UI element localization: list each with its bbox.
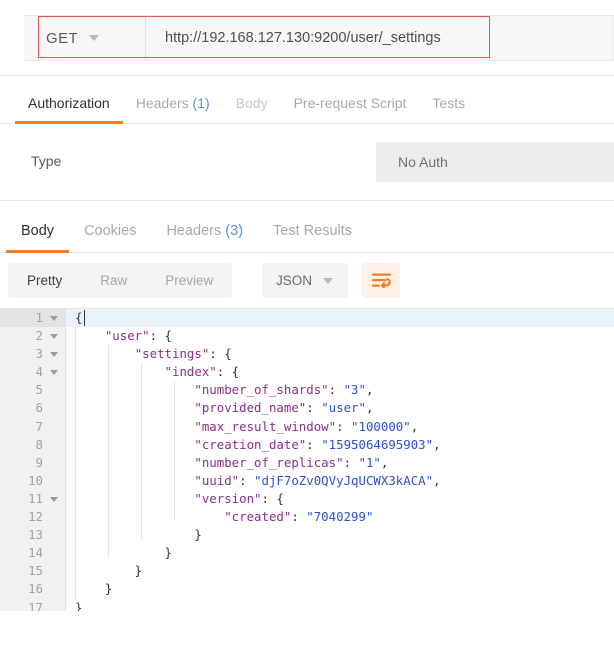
fold-arrow-icon[interactable] xyxy=(50,352,58,358)
tab-pre-request-script[interactable]: Pre-request Script xyxy=(281,95,420,123)
line-number: 2 xyxy=(0,327,65,345)
line-number: 13 xyxy=(28,527,43,543)
fold-arrow-icon[interactable] xyxy=(50,316,58,322)
tab-cookies[interactable]: Cookies xyxy=(69,223,151,252)
code-line: { xyxy=(75,309,614,327)
response-format-label: JSON xyxy=(276,273,313,288)
code-line: "number_of_shards": "3", xyxy=(194,382,374,398)
response-body-editor[interactable]: 1 2 3 4 5 6 7 8 9 10 11 12 13 14 15 16 17 { "user": { "s… xyxy=(0,308,614,611)
editor-code-area[interactable]: { "user": { "settings": { "index": { "nu… xyxy=(66,309,614,611)
auth-type-label: Type xyxy=(31,153,62,169)
authorization-panel: Type No Auth xyxy=(0,124,614,201)
fold-arrow-icon[interactable] xyxy=(50,334,58,340)
response-format-dropdown[interactable]: JSON xyxy=(262,263,348,298)
tab-headers-request[interactable]: Headers (1) xyxy=(123,95,223,123)
code-line: "user": { xyxy=(104,328,172,344)
line-number: 14 xyxy=(28,545,43,561)
tab-pre-request-script-label: Pre-request Script xyxy=(293,95,407,111)
tab-authorization[interactable]: Authorization xyxy=(15,95,123,124)
tab-body-request[interactable]: Body xyxy=(223,95,281,123)
line-number: 11 xyxy=(0,490,65,508)
code-line: "settings": { xyxy=(134,346,232,362)
tab-headers-response[interactable]: Headers (3) xyxy=(151,223,258,252)
code-line: "index": { xyxy=(164,364,240,380)
line-number: 1 xyxy=(0,309,65,328)
tab-headers-request-label: Headers xyxy=(135,95,189,111)
line-number: 5 xyxy=(35,382,43,398)
code-line: } xyxy=(75,527,202,543)
view-mode-switch: Pretty Raw Preview xyxy=(8,263,233,298)
line-number: 4 xyxy=(0,363,65,381)
http-method-label: GET xyxy=(46,29,79,47)
tab-test-results[interactable]: Test Results xyxy=(258,223,367,252)
view-mode-preview-label: Preview xyxy=(165,273,214,288)
code-line: "max_result_window": "100000", xyxy=(194,418,419,434)
chevron-down-icon xyxy=(89,35,100,41)
chevron-down-icon xyxy=(323,277,334,284)
line-number: 12 xyxy=(28,509,43,525)
view-mode-raw[interactable]: Raw xyxy=(81,263,146,298)
line-number: 10 xyxy=(28,472,43,488)
tab-cookies-label: Cookies xyxy=(84,223,137,239)
request-url-bar: GET http://192.168.127.130:9200/user/_se… xyxy=(0,0,614,76)
response-toolbar: Pretty Raw Preview JSON xyxy=(0,253,614,308)
tab-headers-response-count: (3) xyxy=(225,223,244,239)
code-line: "provided_name": "user", xyxy=(194,400,374,416)
auth-type-value: No Auth xyxy=(398,154,448,170)
tab-tests-label: Tests xyxy=(432,95,466,111)
line-number: 16 xyxy=(28,581,43,597)
text-cursor xyxy=(84,310,85,326)
tab-authorization-label: Authorization xyxy=(28,95,110,111)
url-input[interactable]: http://192.168.127.130:9200/user/_settin… xyxy=(146,16,613,60)
code-line: "created": "7040299" xyxy=(224,509,374,525)
response-tabs: Body Cookies Headers (3) Test Results xyxy=(0,201,614,253)
http-method-dropdown[interactable]: GET xyxy=(24,16,146,60)
line-number: 17 xyxy=(28,599,43,612)
tab-headers-response-label: Headers xyxy=(166,223,222,239)
code-line: "number_of_replicas": "1", xyxy=(194,454,389,470)
tab-headers-request-count: (1) xyxy=(192,95,210,111)
fold-arrow-icon[interactable] xyxy=(50,496,58,502)
editor-gutter: 1 2 3 4 5 6 7 8 9 10 11 12 13 14 15 16 17 xyxy=(0,309,66,611)
tab-body-response[interactable]: Body xyxy=(6,223,70,253)
url-text: http://192.168.127.130:9200/user/_settin… xyxy=(165,30,441,46)
tab-body-request-label: Body xyxy=(235,95,268,111)
view-mode-pretty-label: Pretty xyxy=(27,273,63,288)
code-line: } xyxy=(75,599,83,612)
line-number: 9 xyxy=(35,454,43,470)
code-line: "uuid": "djF7oZv0QVyJqUCWX3kACA", xyxy=(194,472,441,488)
view-mode-pretty[interactable]: Pretty xyxy=(8,263,81,298)
line-number: 3 xyxy=(0,345,65,363)
request-tabs: Authorization Headers (1) Body Pre-reque… xyxy=(0,76,614,124)
line-number: 6 xyxy=(35,400,43,416)
word-wrap-button[interactable] xyxy=(362,263,400,298)
tab-tests[interactable]: Tests xyxy=(419,95,478,123)
url-bar-inner: GET http://192.168.127.130:9200/user/_se… xyxy=(24,15,614,61)
view-mode-raw-label: Raw xyxy=(100,273,128,288)
auth-type-dropdown[interactable]: No Auth xyxy=(376,142,614,182)
code-line: } xyxy=(75,581,113,597)
code-line: "creation_date": "1595064695903", xyxy=(194,436,441,452)
line-number: 15 xyxy=(28,563,43,579)
tab-body-response-label: Body xyxy=(21,223,55,239)
line-number: 8 xyxy=(35,436,43,452)
code-lines: { "user": { "settings": { "index": { "nu… xyxy=(66,309,614,611)
tab-test-results-label: Test Results xyxy=(273,223,353,239)
word-wrap-icon xyxy=(371,273,391,288)
view-mode-preview[interactable]: Preview xyxy=(146,263,232,298)
code-line: } xyxy=(75,545,172,561)
fold-arrow-icon[interactable] xyxy=(50,370,58,376)
line-number: 7 xyxy=(35,418,43,434)
code-line: "version": { xyxy=(194,490,284,506)
code-line: } xyxy=(75,563,143,579)
